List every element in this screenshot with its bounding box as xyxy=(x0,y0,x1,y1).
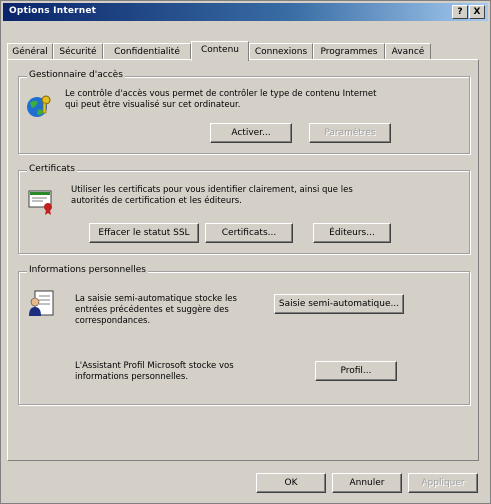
personal-information-group: Informations personnelles La saisie semi… xyxy=(18,265,470,405)
cancel-button[interactable]: Annuler xyxy=(332,473,402,493)
tab-content[interactable]: Contenu xyxy=(191,41,249,61)
certificates-button[interactable]: Certificats... xyxy=(205,223,293,243)
help-button[interactable]: ? xyxy=(452,5,468,19)
autocomplete-description: La saisie semi-automatique stocke les en… xyxy=(75,294,237,326)
personal-information-legend: Informations personnelles xyxy=(27,265,148,275)
close-button[interactable]: X xyxy=(469,5,485,19)
clear-ssl-button[interactable]: Effacer le statut SSL xyxy=(89,223,199,243)
certificate-icon xyxy=(28,190,52,215)
apply-button[interactable]: Appliquer xyxy=(408,473,478,493)
ok-button[interactable]: OK xyxy=(256,473,326,493)
content-advisor-group: Gestionnaire d'accès Le contrôle d'accès… xyxy=(18,70,470,154)
contact-card-icon xyxy=(29,290,54,316)
publishers-button[interactable]: Éditeurs... xyxy=(313,223,391,243)
content-tab-panel: Gestionnaire d'accès Le contrôle d'accès… xyxy=(7,59,479,461)
globe-key-icon xyxy=(27,95,51,117)
title-bar[interactable]: Options Internet ? X xyxy=(3,3,488,21)
window-title: Options Internet xyxy=(9,6,97,16)
options-internet-dialog: Options Internet ? X Général Sécurité Co… xyxy=(0,0,491,504)
certificates-legend: Certificats xyxy=(27,164,77,174)
profile-description: L'Assistant Profil Microsoft stocke vos … xyxy=(75,361,234,382)
settings-button[interactable]: Paramètres xyxy=(309,123,391,143)
profile-button[interactable]: Profil... xyxy=(315,361,397,381)
certificates-description: Utiliser les certificats pour vous ident… xyxy=(71,185,353,206)
tab-strip: Général Sécurité Confidentialité Contenu… xyxy=(7,41,483,61)
enable-button[interactable]: Activer... xyxy=(210,123,292,143)
content-advisor-description: Le contrôle d'accès vous permet de contr… xyxy=(65,89,377,110)
autocomplete-button[interactable]: Saisie semi-automatique... xyxy=(274,294,404,314)
certificates-group: Certificats Utiliser les certificats pou… xyxy=(18,164,470,254)
content-advisor-legend: Gestionnaire d'accès xyxy=(27,70,125,80)
